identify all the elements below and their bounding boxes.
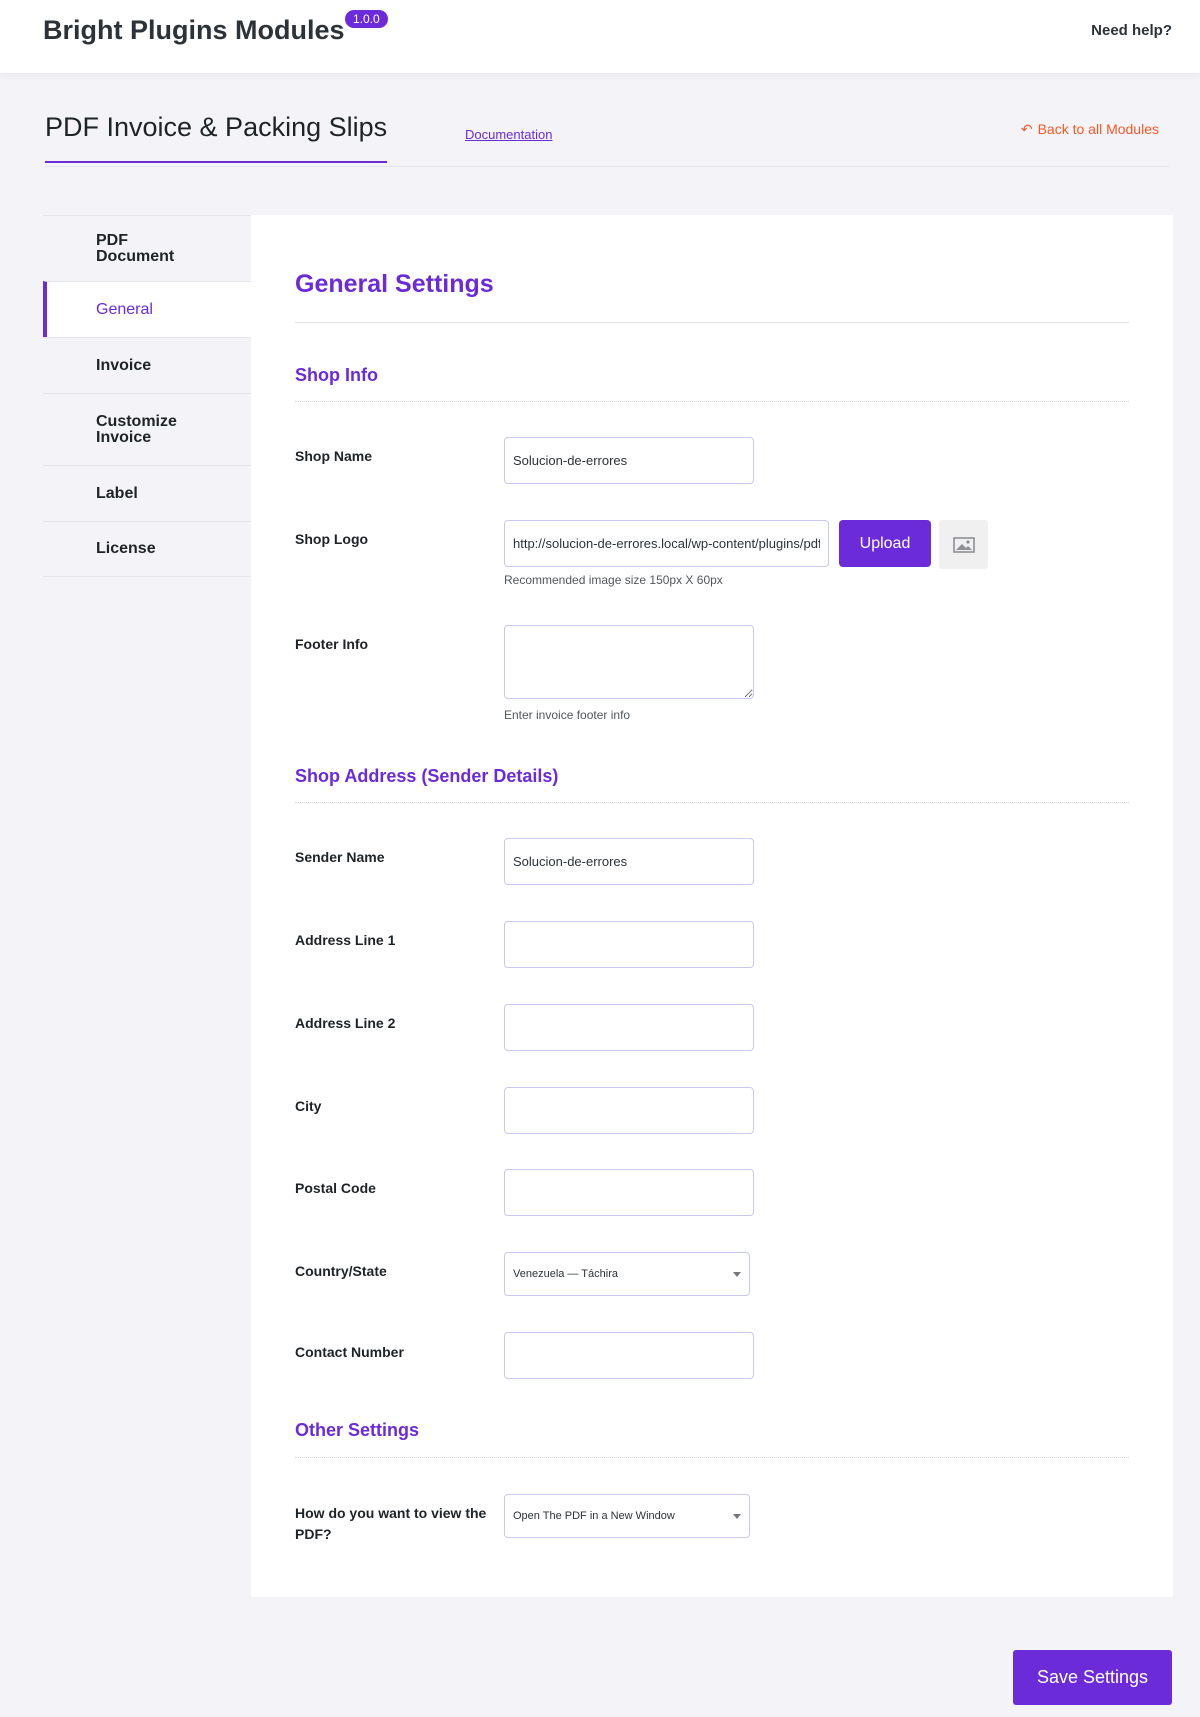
address-line-2-label: Address Line 2: [295, 1015, 396, 1031]
brand-title: Bright Plugins Modules: [43, 15, 345, 45]
logo-size-hint: Recommended image size 150px X 60px: [504, 573, 723, 587]
address-line-2-input[interactable]: [504, 1004, 754, 1051]
country-state-label: Country/State: [295, 1263, 387, 1279]
sidebar-item-label-settings[interactable]: Label: [43, 465, 251, 521]
sidebar-item-pdf-document[interactable]: PDF Document: [43, 215, 251, 281]
footer-info-hint: Enter invoice footer info: [504, 708, 631, 722]
dropdown-caret-icon: [733, 1272, 741, 1277]
footer-info-textarea[interactable]: [504, 625, 754, 699]
general-settings-title: General Settings: [295, 270, 494, 298]
contact-number-input[interactable]: [504, 1332, 754, 1379]
view-pdf-select[interactable]: Open The PDF in a New Window: [504, 1494, 750, 1538]
shop-info-heading: Shop Info: [295, 365, 378, 385]
logo-preview: [939, 520, 988, 569]
reply-arrow-icon: ↶: [1020, 121, 1033, 137]
top-bar: Bright Plugins Modules 1.0.0 Need help?: [0, 0, 1200, 73]
page-header: PDF Invoice & Packing Slips Documentatio…: [45, 110, 1169, 167]
sender-name-input[interactable]: [504, 838, 754, 885]
city-label: City: [295, 1098, 322, 1114]
sidebar-item-label: Label: [96, 484, 138, 502]
settings-panel: General Settings Shop Info Shop Name Sho…: [251, 215, 1173, 1597]
sidebar-item-label: General: [96, 300, 153, 318]
shop-name-label: Shop Name: [295, 448, 373, 464]
postal-code-input[interactable]: [504, 1169, 754, 1216]
sidebar-item-license[interactable]: License: [43, 521, 251, 577]
section-divider: [295, 401, 1129, 402]
city-input[interactable]: [504, 1087, 754, 1134]
sidebar-item-label: Customize Invoice: [96, 412, 177, 446]
postal-code-label: Postal Code: [295, 1180, 376, 1196]
footer-info-label: Footer Info: [295, 636, 369, 652]
sidebar-item-label: PDF Document: [96, 231, 175, 265]
back-to-modules-link[interactable]: ↶ Back to all Modules: [1021, 121, 1159, 138]
sidebar-item-label: Invoice: [96, 356, 152, 374]
country-state-select[interactable]: Venezuela — Táchira: [504, 1252, 750, 1296]
contact-number-label: Contact Number: [295, 1344, 404, 1360]
version-badge: 1.0.0: [345, 10, 388, 28]
sidebar-item-general[interactable]: General: [43, 281, 251, 337]
shop-address-heading: Shop Address (Sender Details): [295, 766, 559, 786]
image-placeholder-icon: [952, 536, 975, 553]
title-divider: [295, 322, 1129, 323]
section-divider: [295, 1457, 1129, 1458]
need-help-link[interactable]: Need help?: [1091, 22, 1172, 39]
country-state-value: Venezuela — Táchira: [513, 1268, 618, 1280]
view-pdf-label: How do you want to view the PDF?: [295, 1505, 487, 1542]
shop-logo-label: Shop Logo: [295, 531, 369, 547]
sidebar-item-invoice[interactable]: Invoice: [43, 337, 251, 393]
view-pdf-value: Open The PDF in a New Window: [513, 1510, 675, 1522]
section-divider: [295, 802, 1129, 803]
sender-name-label: Sender Name: [295, 849, 385, 865]
shop-logo-url-input[interactable]: [504, 520, 829, 567]
documentation-link[interactable]: Documentation: [465, 127, 552, 142]
dropdown-caret-icon: [733, 1514, 741, 1519]
address-line-1-input[interactable]: [504, 921, 754, 968]
upload-button[interactable]: Upload: [839, 520, 931, 567]
sidebar-item-label: License: [96, 540, 156, 557]
settings-sidebar: PDF Document General Invoice Customize I…: [43, 215, 251, 577]
save-settings-button[interactable]: Save Settings: [1013, 1650, 1172, 1705]
address-line-1-label: Address Line 1: [295, 932, 396, 948]
other-settings-heading: Other Settings: [295, 1420, 420, 1440]
sidebar-item-customize-invoice[interactable]: Customize Invoice: [43, 393, 251, 465]
page-title: PDF Invoice & Packing Slips: [45, 112, 388, 163]
back-link-label: Back to all Modules: [1037, 121, 1159, 137]
shop-name-input[interactable]: [504, 437, 754, 484]
